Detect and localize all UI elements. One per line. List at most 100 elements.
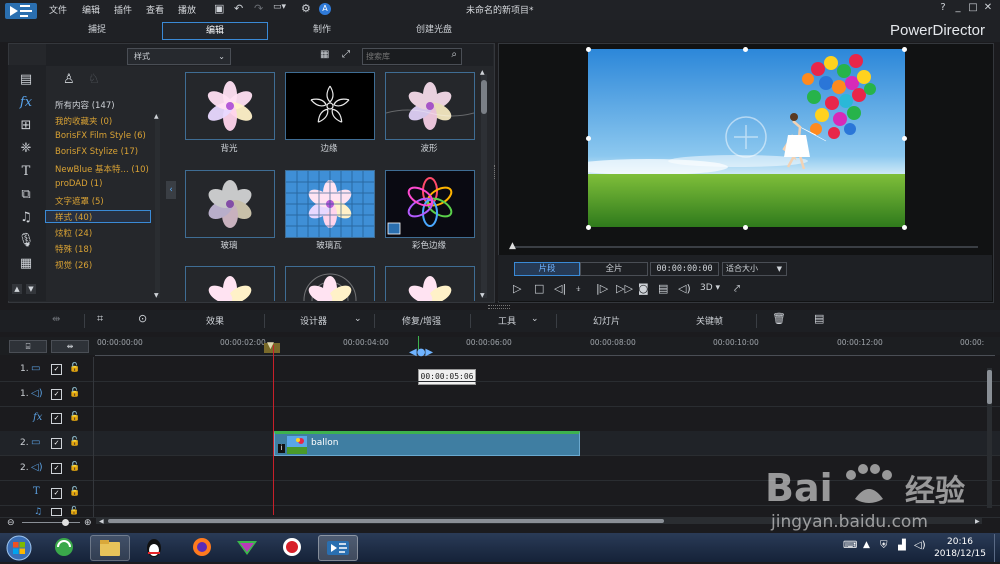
category-style[interactable]: 样式 (40)	[45, 210, 151, 223]
previous-frame-icon[interactable]: ◁|	[554, 282, 566, 295]
tab-create-disc[interactable]: 创建光盘	[394, 22, 474, 38]
category-borisfx-film[interactable]: BorisFX Film Style (6)	[55, 131, 146, 141]
subtitle-icon[interactable]: ▤	[658, 282, 668, 295]
3d-mode-button[interactable]: 3D ▾	[700, 283, 720, 293]
timeline-ruler[interactable]	[95, 347, 995, 356]
minimize-button[interactable]: _	[951, 2, 965, 13]
library-scroll-up-icon[interactable]: ▲	[480, 69, 485, 76]
track-enable-checkbox[interactable]: ✓	[51, 463, 62, 474]
menu-play[interactable]: 播放	[178, 3, 196, 16]
taskbar-recorder[interactable]	[273, 535, 311, 559]
category-text-mask[interactable]: 文字遮罩 (5)	[55, 195, 104, 207]
lock-icon[interactable]: 🔓	[69, 506, 79, 515]
timeline-vscroll-thumb[interactable]	[987, 370, 992, 404]
start-button-icon[interactable]	[4, 534, 34, 562]
designer-button[interactable]: 设计器	[300, 314, 327, 327]
lock-icon[interactable]: 🔓	[69, 487, 80, 497]
library-scrollbar-thumb[interactable]	[481, 80, 487, 114]
chapter-room-icon[interactable]: ▦	[17, 256, 35, 274]
effect-thumb-glass[interactable]	[185, 170, 275, 238]
chevron-down-icon[interactable]: ⌄	[354, 314, 362, 324]
gear-icon[interactable]: ⚙	[301, 2, 311, 15]
taskbar-video-app[interactable]	[228, 535, 266, 559]
tab-edit[interactable]: 编辑	[162, 22, 268, 40]
snapshot-icon[interactable]: ◙	[638, 282, 649, 295]
track-enable-checkbox[interactable]: ✓	[51, 488, 62, 499]
chevron-down-icon[interactable]: ⌄	[531, 314, 539, 324]
category-visual[interactable]: 视觉 (26)	[55, 259, 92, 271]
save-icon[interactable]: ▣	[214, 2, 224, 15]
taskbar-qq[interactable]	[135, 535, 173, 559]
taskbar-clock[interactable]: 20:16 2018/12/15	[928, 536, 992, 560]
clip-attribute-icon[interactable]: ▤	[814, 312, 824, 325]
track-enable-checkbox[interactable]: ✓	[51, 438, 62, 449]
search-icon[interactable]: ⌕	[451, 49, 457, 60]
category-borisfx-stylize[interactable]: BorisFX Stylize (17)	[55, 147, 138, 157]
movie-mode-button[interactable]: 全片	[580, 262, 648, 276]
menu-edit[interactable]: 编辑	[82, 3, 100, 16]
menu-view[interactable]: 查看	[146, 3, 164, 16]
lock-icon[interactable]: 🔓	[69, 388, 80, 398]
volume-icon[interactable]: ◁)	[678, 282, 691, 295]
taskbar-explorer[interactable]	[90, 535, 130, 561]
lock-icon[interactable]: 🔓	[69, 363, 80, 373]
timeline-view-button[interactable]: ⌸	[9, 340, 47, 353]
trash-icon[interactable]: 🗑	[772, 312, 786, 325]
expand-icon[interactable]: ⤢	[342, 49, 350, 60]
category-particles[interactable]: 炫粒 (24)	[55, 227, 92, 239]
effect-thumb-glass-tile[interactable]	[285, 170, 375, 238]
zoom-slider[interactable]	[22, 522, 80, 523]
effect-thumb-backlight[interactable]	[185, 72, 275, 140]
taskbar-powerdirector[interactable]	[318, 535, 358, 561]
resize-handle-tl[interactable]	[586, 47, 591, 52]
slideshow-button[interactable]: 幻灯片	[593, 314, 620, 327]
zoom-out-icon[interactable]: ⊖	[7, 518, 15, 528]
library-scroll-down-icon[interactable]: ▼	[480, 292, 485, 299]
close-button[interactable]: ✕	[981, 2, 995, 13]
fix-enhance-button[interactable]: 修复/增强	[402, 314, 441, 327]
tray-volume-icon[interactable]: ◁)	[914, 540, 926, 551]
effect-thumb-row3-1[interactable]	[185, 266, 275, 301]
timeline-splitter[interactable]	[488, 305, 510, 309]
menu-plugins[interactable]: 插件	[114, 3, 132, 16]
category-scrollbar[interactable]	[155, 114, 160, 298]
stop-icon[interactable]: □	[534, 282, 544, 295]
tab-produce[interactable]: 制作	[283, 22, 361, 38]
redo-icon[interactable]: ↷	[254, 2, 263, 15]
lock-icon[interactable]: 🔓	[69, 437, 80, 447]
effect-thumb-row3-2[interactable]	[285, 266, 375, 301]
track-enable-checkbox[interactable]	[51, 508, 62, 516]
scroll-left-icon[interactable]: ◀	[99, 518, 104, 525]
fast-forward-icon[interactable]: ▷▷	[616, 282, 633, 295]
show-desktop-button[interactable]	[994, 534, 1000, 562]
account-icon[interactable]: A	[319, 3, 331, 15]
media-room-icon[interactable]: ▤	[17, 72, 35, 90]
undock-icon[interactable]: ⤤	[734, 282, 740, 296]
scroll-down-icon[interactable]: ▼	[26, 284, 36, 294]
display-icon[interactable]: ▭▾	[273, 2, 286, 12]
track-enable-checkbox[interactable]: ✓	[51, 389, 62, 400]
fit-dropdown[interactable]: 适合大小 ▼	[722, 262, 787, 276]
category-favorites[interactable]: 我的收藏夹 (0)	[55, 115, 112, 127]
resize-handle-b[interactable]	[743, 225, 748, 230]
collapse-panel-button[interactable]: ‹	[166, 181, 176, 199]
category-scroll-up-icon[interactable]: ▲	[154, 113, 159, 120]
style-dropdown[interactable]: 样式 ⌄	[127, 48, 231, 65]
category-scroll-down-icon[interactable]: ▼	[154, 292, 159, 299]
timer-icon[interactable]: ⊙	[138, 312, 147, 325]
next-frame-icon[interactable]: |▷	[596, 282, 608, 295]
resize-handle-l[interactable]	[586, 136, 591, 141]
maximize-button[interactable]: □	[966, 2, 980, 13]
scroll-up-icon[interactable]: ▲	[12, 284, 22, 294]
track-enable-checkbox[interactable]: ✓	[51, 364, 62, 375]
category-all[interactable]: 所有内容 (147)	[55, 99, 115, 111]
category-newblue[interactable]: NewBlue 基本特... (10)	[55, 163, 149, 175]
add-favorite-icon[interactable]: ♙	[63, 72, 75, 87]
search-box[interactable]: ⌕	[362, 48, 462, 65]
clip-mode-button[interactable]: 片段	[514, 262, 580, 276]
tray-expand-icon[interactable]: ▲	[863, 540, 870, 550]
playhead-line[interactable]	[273, 345, 274, 515]
resize-handle-tr[interactable]	[902, 47, 907, 52]
lock-icon[interactable]: 🔓	[69, 462, 80, 472]
zoom-slider-knob[interactable]	[62, 519, 69, 526]
